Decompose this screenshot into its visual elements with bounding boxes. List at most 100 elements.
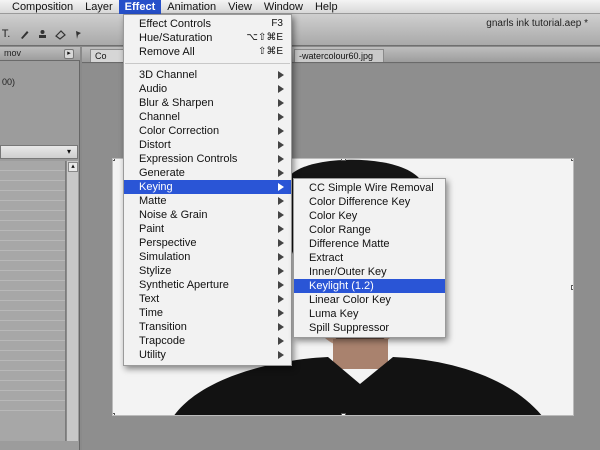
list-item[interactable] — [0, 251, 65, 261]
menu-item-3d-channel[interactable]: 3D Channel — [124, 68, 291, 82]
submenu-arrow-icon — [278, 197, 284, 205]
menu-help[interactable]: Help — [309, 0, 344, 14]
menu-animation[interactable]: Animation — [161, 0, 222, 14]
list-item[interactable] — [0, 371, 65, 381]
submenu-arrow-icon — [278, 155, 284, 163]
pen-tool-icon[interactable] — [18, 28, 30, 40]
submenu-arrow-icon — [278, 71, 284, 79]
menu-item-text[interactable]: Text — [124, 292, 291, 306]
clone-stamp-icon[interactable] — [36, 28, 48, 40]
list-item[interactable] — [0, 171, 65, 181]
list-item[interactable] — [0, 361, 65, 371]
transform-handle[interactable] — [341, 413, 346, 415]
list-scrollbar[interactable]: ▴ — [66, 161, 78, 441]
menu-item-stylize[interactable]: Stylize — [124, 264, 291, 278]
list-item[interactable] — [0, 281, 65, 291]
effect-menu: Effect Controls F3 Hue/Saturation ⌥⇧⌘E R… — [123, 14, 292, 366]
list-item[interactable] — [0, 181, 65, 191]
list-item[interactable] — [0, 401, 65, 411]
submenu-arrow-icon — [278, 169, 284, 177]
list-item[interactable] — [0, 341, 65, 351]
menu-item-keying[interactable]: Keying — [124, 180, 291, 194]
submenu-item-cc-simple-wire-removal[interactable]: CC Simple Wire Removal — [294, 181, 445, 195]
panel-menu-arrow-icon[interactable]: ▸ — [64, 49, 74, 59]
menu-item-channel[interactable]: Channel — [124, 110, 291, 124]
transform-handle[interactable] — [341, 159, 346, 161]
list-item[interactable] — [0, 261, 65, 271]
list-item[interactable] — [0, 351, 65, 361]
menu-item-perspective[interactable]: Perspective — [124, 236, 291, 250]
menu-bar: Composition Layer Effect Animation View … — [0, 0, 600, 14]
list-item[interactable] — [0, 221, 65, 231]
menu-item-simulation[interactable]: Simulation — [124, 250, 291, 264]
submenu-item-inner-outer-key[interactable]: Inner/Outer Key — [294, 265, 445, 279]
transform-handle[interactable] — [571, 159, 573, 161]
tool-group: T. — [0, 28, 84, 40]
menu-item-matte[interactable]: Matte — [124, 194, 291, 208]
menu-separator — [125, 63, 290, 64]
list-item[interactable] — [0, 231, 65, 241]
shortcut-label: ⌥⇧⌘E — [246, 32, 283, 43]
list-item[interactable] — [0, 161, 65, 171]
submenu-item-luma-key[interactable]: Luma Key — [294, 307, 445, 321]
menu-item-remove-all[interactable]: Remove All ⇧⌘E — [124, 45, 291, 59]
submenu-arrow-icon — [278, 267, 284, 275]
list-item[interactable] — [0, 241, 65, 251]
menu-item-noise-grain[interactable]: Noise & Grain — [124, 208, 291, 222]
menu-view[interactable]: View — [222, 0, 258, 14]
project-list[interactable] — [0, 161, 66, 441]
submenu-item-extract[interactable]: Extract — [294, 251, 445, 265]
menu-item-synthetic-aperture[interactable]: Synthetic Aperture — [124, 278, 291, 292]
shortcut-label: F3 — [271, 18, 283, 29]
menu-item-distort[interactable]: Distort — [124, 138, 291, 152]
text-tool-icon[interactable]: T. — [0, 28, 12, 40]
transform-handle[interactable] — [571, 285, 573, 290]
project-tab-label[interactable]: mov — [4, 48, 21, 58]
menu-item-expression-controls[interactable]: Expression Controls — [124, 152, 291, 166]
puppet-pin-icon[interactable] — [72, 28, 84, 40]
list-item[interactable] — [0, 391, 65, 401]
list-item[interactable] — [0, 211, 65, 221]
list-item[interactable] — [0, 381, 65, 391]
transform-handle[interactable] — [113, 413, 115, 415]
menu-item-effect-controls[interactable]: Effect Controls F3 — [124, 17, 291, 31]
list-item[interactable] — [0, 191, 65, 201]
submenu-item-difference-matte[interactable]: Difference Matte — [294, 237, 445, 251]
submenu-item-color-key[interactable]: Color Key — [294, 209, 445, 223]
toolbar: T. gnarls ink tutorial.aep * — [0, 14, 600, 46]
menu-item-audio[interactable]: Audio — [124, 82, 291, 96]
submenu-item-keylight[interactable]: Keylight (1.2) — [294, 279, 445, 293]
menu-item-transition[interactable]: Transition — [124, 320, 291, 334]
submenu-arrow-icon — [278, 141, 284, 149]
menu-layer[interactable]: Layer — [79, 0, 119, 14]
submenu-arrow-icon — [278, 239, 284, 247]
submenu-item-color-difference-key[interactable]: Color Difference Key — [294, 195, 445, 209]
menu-effect[interactable]: Effect — [118, 0, 162, 14]
list-item[interactable] — [0, 301, 65, 311]
submenu-item-linear-color-key[interactable]: Linear Color Key — [294, 293, 445, 307]
list-item[interactable] — [0, 331, 65, 341]
scroll-up-icon[interactable]: ▴ — [68, 162, 78, 172]
menu-composition[interactable]: Composition — [6, 0, 79, 14]
submenu-item-spill-suppressor[interactable]: Spill Suppressor — [294, 321, 445, 335]
menu-item-hue-saturation[interactable]: Hue/Saturation ⌥⇧⌘E — [124, 31, 291, 45]
eraser-icon[interactable] — [54, 28, 66, 40]
list-item[interactable] — [0, 311, 65, 321]
tab-footage[interactable]: -watercolour60.jpg — [294, 49, 384, 62]
list-item[interactable] — [0, 201, 65, 211]
submenu-arrow-icon — [278, 295, 284, 303]
menu-item-paint[interactable]: Paint — [124, 222, 291, 236]
list-item[interactable] — [0, 321, 65, 331]
menu-item-time[interactable]: Time — [124, 306, 291, 320]
panel-dropdown[interactable]: ▾ — [0, 145, 78, 159]
menu-window[interactable]: Window — [258, 0, 309, 14]
menu-item-color-correction[interactable]: Color Correction — [124, 124, 291, 138]
menu-item-utility[interactable]: Utility — [124, 348, 291, 362]
menu-item-trapcode[interactable]: Trapcode — [124, 334, 291, 348]
transform-handle[interactable] — [113, 159, 115, 161]
list-item[interactable] — [0, 291, 65, 301]
menu-item-blur-sharpen[interactable]: Blur & Sharpen — [124, 96, 291, 110]
submenu-item-color-range[interactable]: Color Range — [294, 223, 445, 237]
list-item[interactable] — [0, 271, 65, 281]
menu-item-generate[interactable]: Generate — [124, 166, 291, 180]
